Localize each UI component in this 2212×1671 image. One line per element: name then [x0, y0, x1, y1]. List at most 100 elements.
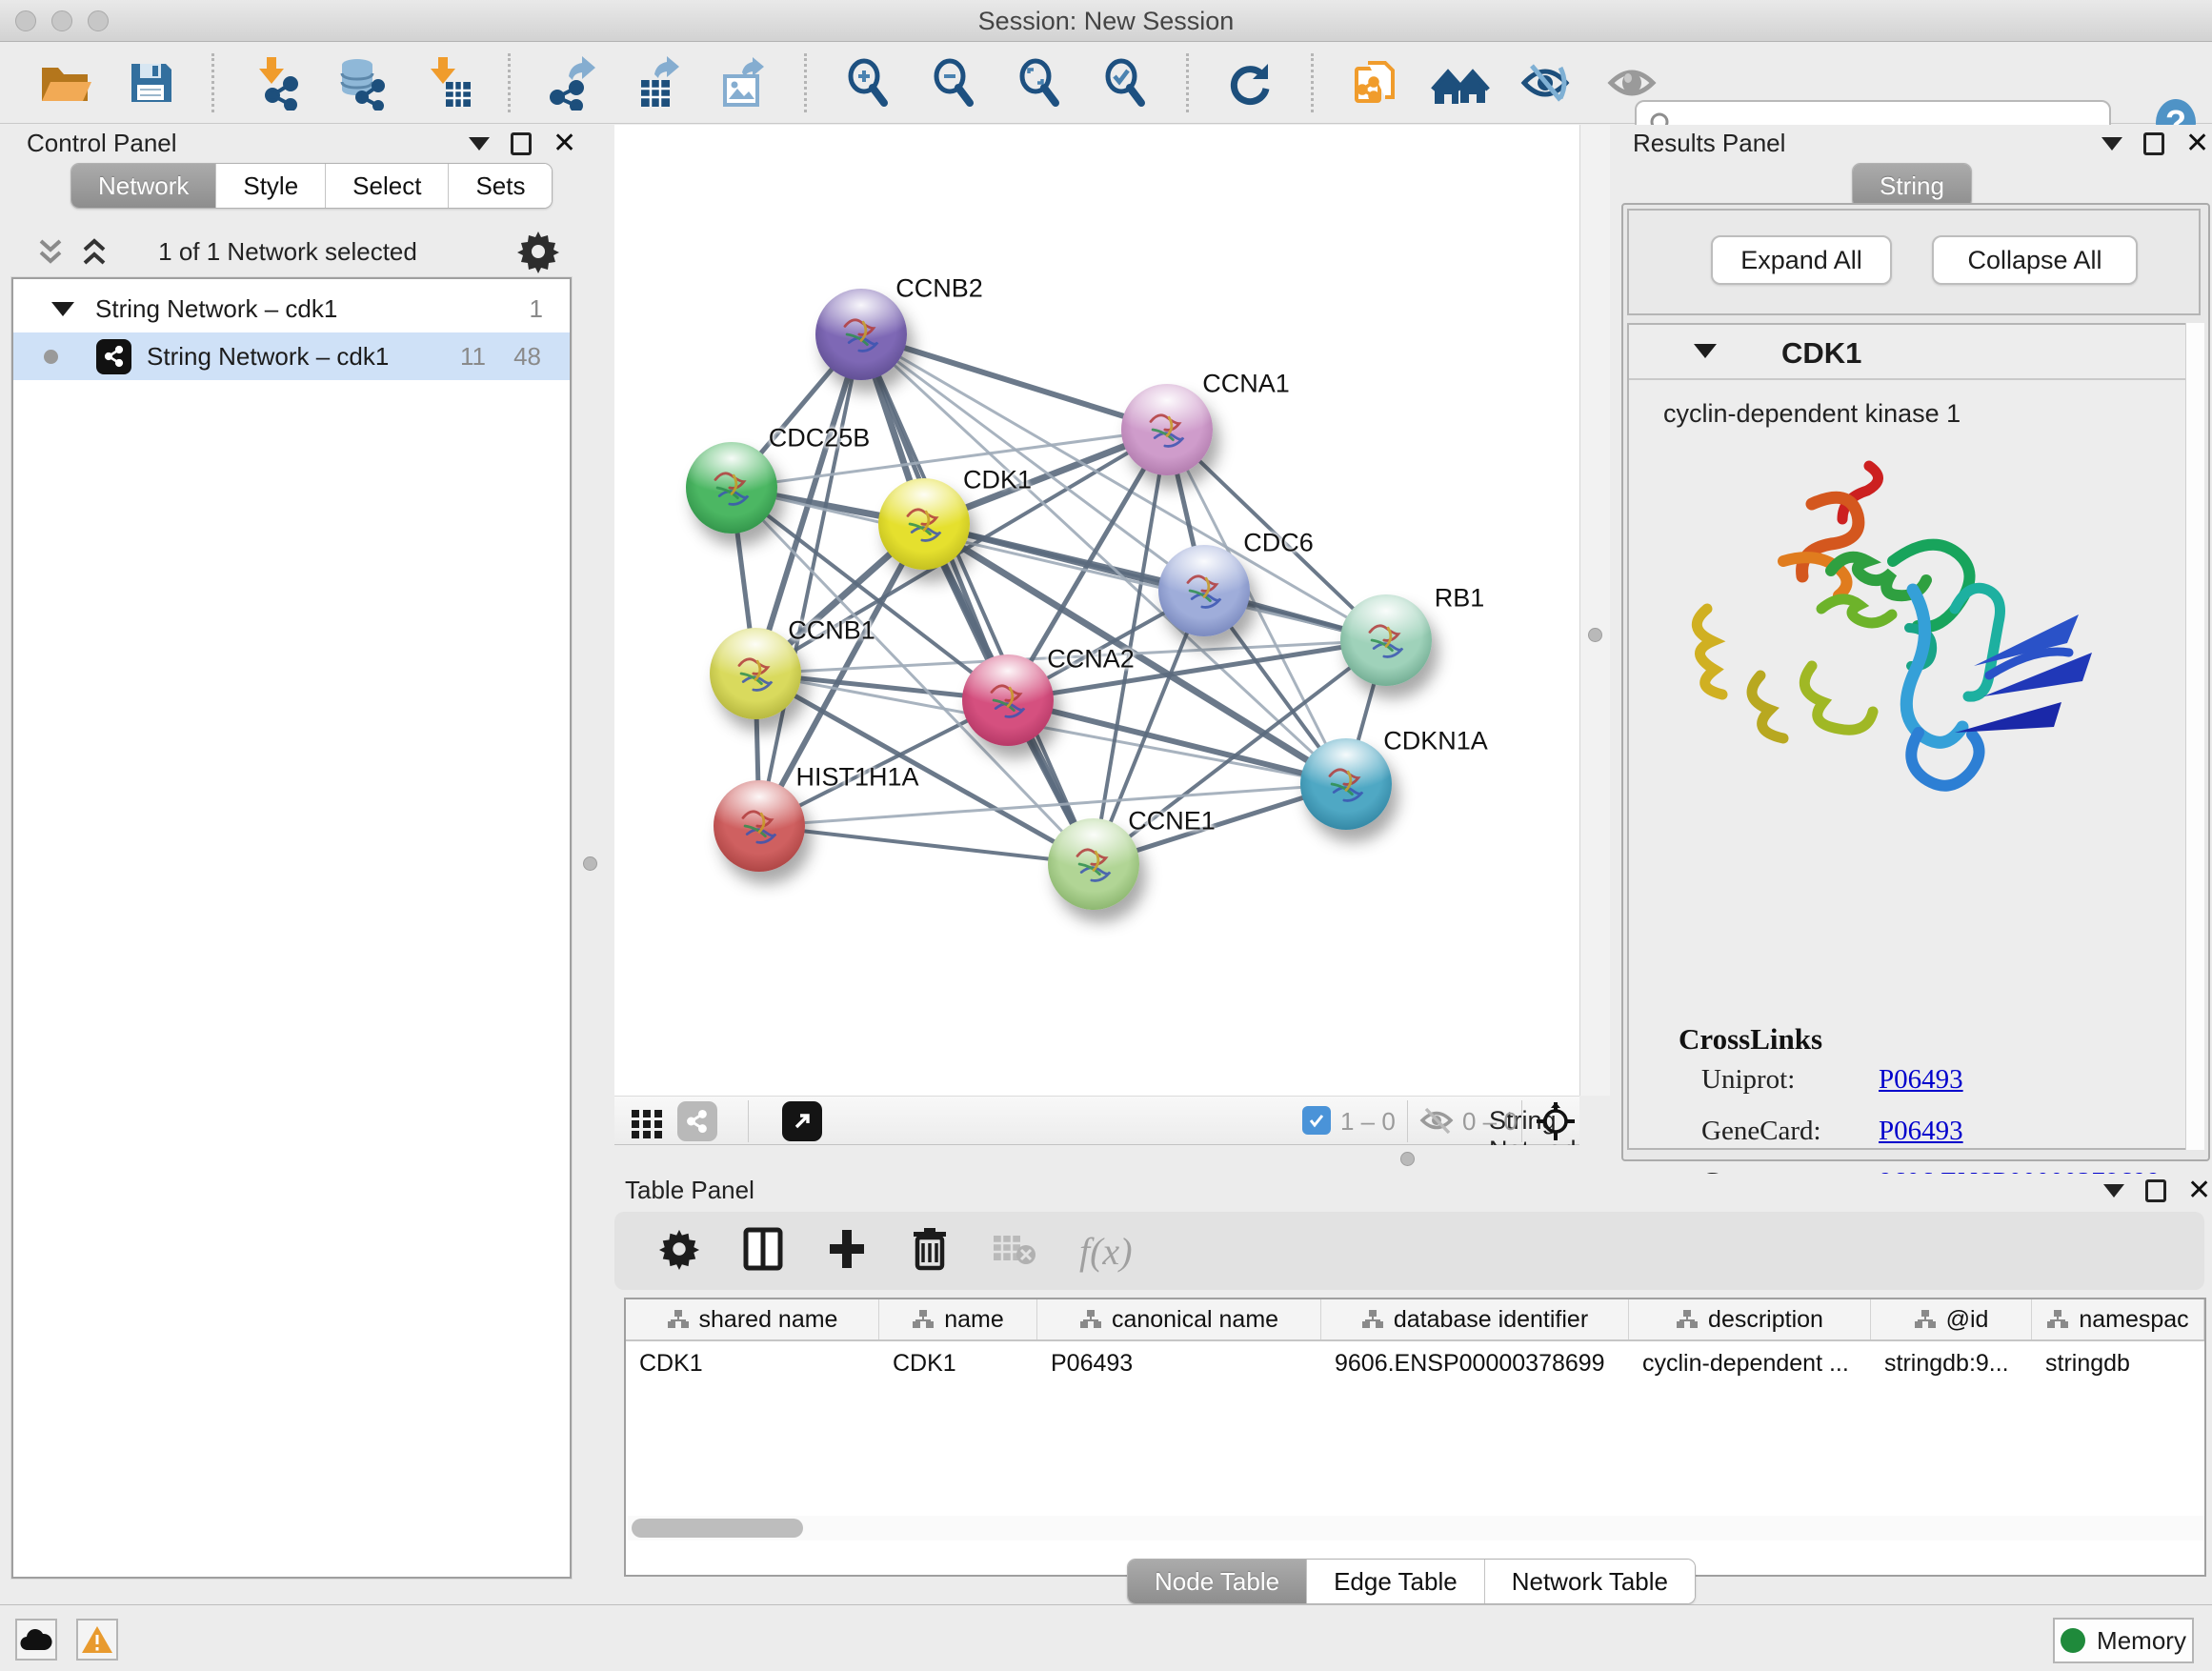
- hidden-eye-slash-icon[interactable]: [1418, 1104, 1455, 1141]
- import-network-button[interactable]: [245, 52, 306, 113]
- network-type-button[interactable]: [677, 1101, 717, 1141]
- export-network-button[interactable]: [541, 52, 602, 113]
- float-panel-icon[interactable]: [2145, 1179, 2166, 1202]
- network-node-CCNA1[interactable]: [1121, 384, 1213, 475]
- network-edge[interactable]: [759, 826, 1094, 864]
- copy-network-icon: [1347, 55, 1402, 111]
- network-node-CDC6[interactable]: [1158, 545, 1250, 636]
- column-header-1[interactable]: shared name: [626, 1299, 879, 1339]
- protein-card-header[interactable]: CDK1: [1629, 325, 2199, 380]
- cloud-status-button[interactable]: [15, 1619, 57, 1661]
- panel-menu-icon[interactable]: [469, 137, 490, 151]
- splitter-handle[interactable]: [1588, 628, 1602, 642]
- delete-column-trash-icon[interactable]: [910, 1226, 950, 1277]
- fit-selected-crosshair-icon[interactable]: [1535, 1100, 1577, 1147]
- network-options-gear-icon[interactable]: [516, 230, 560, 278]
- network-node-CDK1[interactable]: [878, 478, 970, 570]
- string-results-container: Expand All Collapse All CDK1 cyclin-depe…: [1621, 203, 2210, 1161]
- show-columns-icon[interactable]: [742, 1226, 784, 1277]
- table-row[interactable]: CDK1CDK1P064939606.ENSP00000378699cyclin…: [626, 1341, 2204, 1385]
- column-header-5[interactable]: description: [1629, 1299, 1871, 1339]
- network-edge[interactable]: [759, 334, 861, 826]
- table-cell[interactable]: cyclin-dependent ...: [1629, 1341, 1871, 1385]
- zoom-in-button[interactable]: [837, 52, 898, 113]
- float-panel-icon[interactable]: [2143, 132, 2164, 155]
- column-header-7[interactable]: namespac: [2032, 1299, 2204, 1339]
- network-collection-row[interactable]: String Network – cdk1 1: [13, 285, 570, 332]
- expand-all-button[interactable]: Expand All: [1711, 235, 1892, 285]
- collapse-collection-icon[interactable]: [51, 302, 74, 316]
- tab-style[interactable]: Style: [216, 164, 326, 208]
- export-image-button[interactable]: [713, 52, 774, 113]
- table-settings-gear-icon[interactable]: [658, 1228, 700, 1275]
- toolbar-separator: [211, 53, 214, 112]
- import-table-button[interactable]: [416, 52, 477, 113]
- memory-button[interactable]: Memory: [2053, 1618, 2194, 1663]
- collapse-all-button[interactable]: Collapse All: [1932, 235, 2138, 285]
- tab-sets[interactable]: Sets: [449, 164, 552, 208]
- table-cell[interactable]: CDK1: [626, 1341, 879, 1385]
- toolbar-separator: [748, 1100, 749, 1142]
- table-horizontal-scrollbar[interactable]: [628, 1516, 2204, 1540]
- network-node-CDKN1A[interactable]: [1300, 738, 1392, 830]
- column-header-3[interactable]: canonical name: [1037, 1299, 1321, 1339]
- tab-edge-table[interactable]: Edge Table: [1307, 1560, 1485, 1603]
- network-canvas[interactable]: CDK1CCNB1CCNB2CCNA1CCNA2CCNE1CDC25BCDC6R…: [614, 125, 1579, 1096]
- zoom-out-button[interactable]: [923, 52, 984, 113]
- network-node-RB1[interactable]: [1340, 594, 1432, 686]
- save-session-button[interactable]: [120, 52, 181, 113]
- splitter-handle[interactable]: [583, 856, 597, 871]
- tab-string[interactable]: String: [1853, 164, 1971, 208]
- network-edge[interactable]: [861, 334, 1167, 430]
- add-column-icon[interactable]: [826, 1226, 868, 1277]
- delete-table-icon[interactable]: [992, 1230, 1037, 1273]
- zoom-fit-button[interactable]: [1009, 52, 1070, 113]
- tab-node-table[interactable]: Node Table: [1128, 1560, 1307, 1603]
- horizontal-splitter[interactable]: [598, 1145, 1610, 1174]
- crosslink-uniprot[interactable]: P06493: [1879, 1064, 1963, 1096]
- float-panel-icon[interactable]: [511, 132, 532, 155]
- import-network-from-database-button[interactable]: [331, 52, 392, 113]
- function-builder-icon[interactable]: f(x): [1079, 1229, 1133, 1274]
- string-home-button[interactable]: [1430, 52, 1491, 113]
- collapse-card-icon[interactable]: [1694, 344, 1717, 358]
- hide-glass-string-button[interactable]: [1516, 52, 1577, 113]
- network-node-CCNE1[interactable]: [1048, 818, 1139, 910]
- close-panel-icon[interactable]: ✕: [2185, 132, 2209, 155]
- detach-view-button[interactable]: [782, 1101, 822, 1141]
- crosslink-genecard[interactable]: P06493: [1879, 1116, 1963, 1147]
- refresh-button[interactable]: [1219, 52, 1280, 113]
- network-node-CCNA2[interactable]: [962, 654, 1054, 746]
- scrollbar-thumb[interactable]: [632, 1519, 803, 1538]
- expand-collapse-box: Expand All Collapse All: [1627, 209, 2201, 315]
- close-panel-icon[interactable]: ✕: [2187, 1179, 2211, 1202]
- panel-menu-icon[interactable]: [2103, 1184, 2124, 1198]
- tab-select[interactable]: Select: [326, 164, 449, 208]
- network-name: String Network – cdk1: [147, 342, 389, 372]
- network-node-HIST1H1A[interactable]: [714, 780, 805, 872]
- toolbar-separator: [508, 53, 511, 112]
- selected-checkbox-icon[interactable]: [1302, 1106, 1331, 1135]
- table-cell[interactable]: stringdb:9...: [1871, 1341, 2032, 1385]
- column-header-2[interactable]: name: [879, 1299, 1037, 1339]
- column-header-4[interactable]: database identifier: [1321, 1299, 1629, 1339]
- open-session-button[interactable]: [34, 52, 95, 113]
- table-cell[interactable]: P06493: [1037, 1341, 1321, 1385]
- export-table-button[interactable]: [627, 52, 688, 113]
- close-panel-icon[interactable]: ✕: [553, 132, 576, 155]
- splitter-handle[interactable]: [1400, 1152, 1415, 1166]
- network-node-CDC25B[interactable]: [686, 442, 777, 534]
- table-cell[interactable]: CDK1: [879, 1341, 1037, 1385]
- network-node-CCNB2[interactable]: [815, 289, 907, 380]
- tab-network-table[interactable]: Network Table: [1485, 1560, 1695, 1603]
- network-row[interactable]: String Network – cdk1 11 48: [13, 332, 570, 380]
- column-header-6[interactable]: @id: [1871, 1299, 2032, 1339]
- warnings-button[interactable]: [76, 1619, 118, 1661]
- results-scrollbar[interactable]: [2185, 323, 2204, 1150]
- tab-network[interactable]: Network: [71, 164, 216, 208]
- table-cell[interactable]: 9606.ENSP00000378699: [1321, 1341, 1629, 1385]
- duplicate-network-button[interactable]: [1344, 52, 1405, 113]
- zoom-selected-button[interactable]: [1095, 52, 1156, 113]
- table-cell[interactable]: stringdb: [2032, 1341, 2204, 1385]
- panel-menu-icon[interactable]: [2101, 137, 2122, 151]
